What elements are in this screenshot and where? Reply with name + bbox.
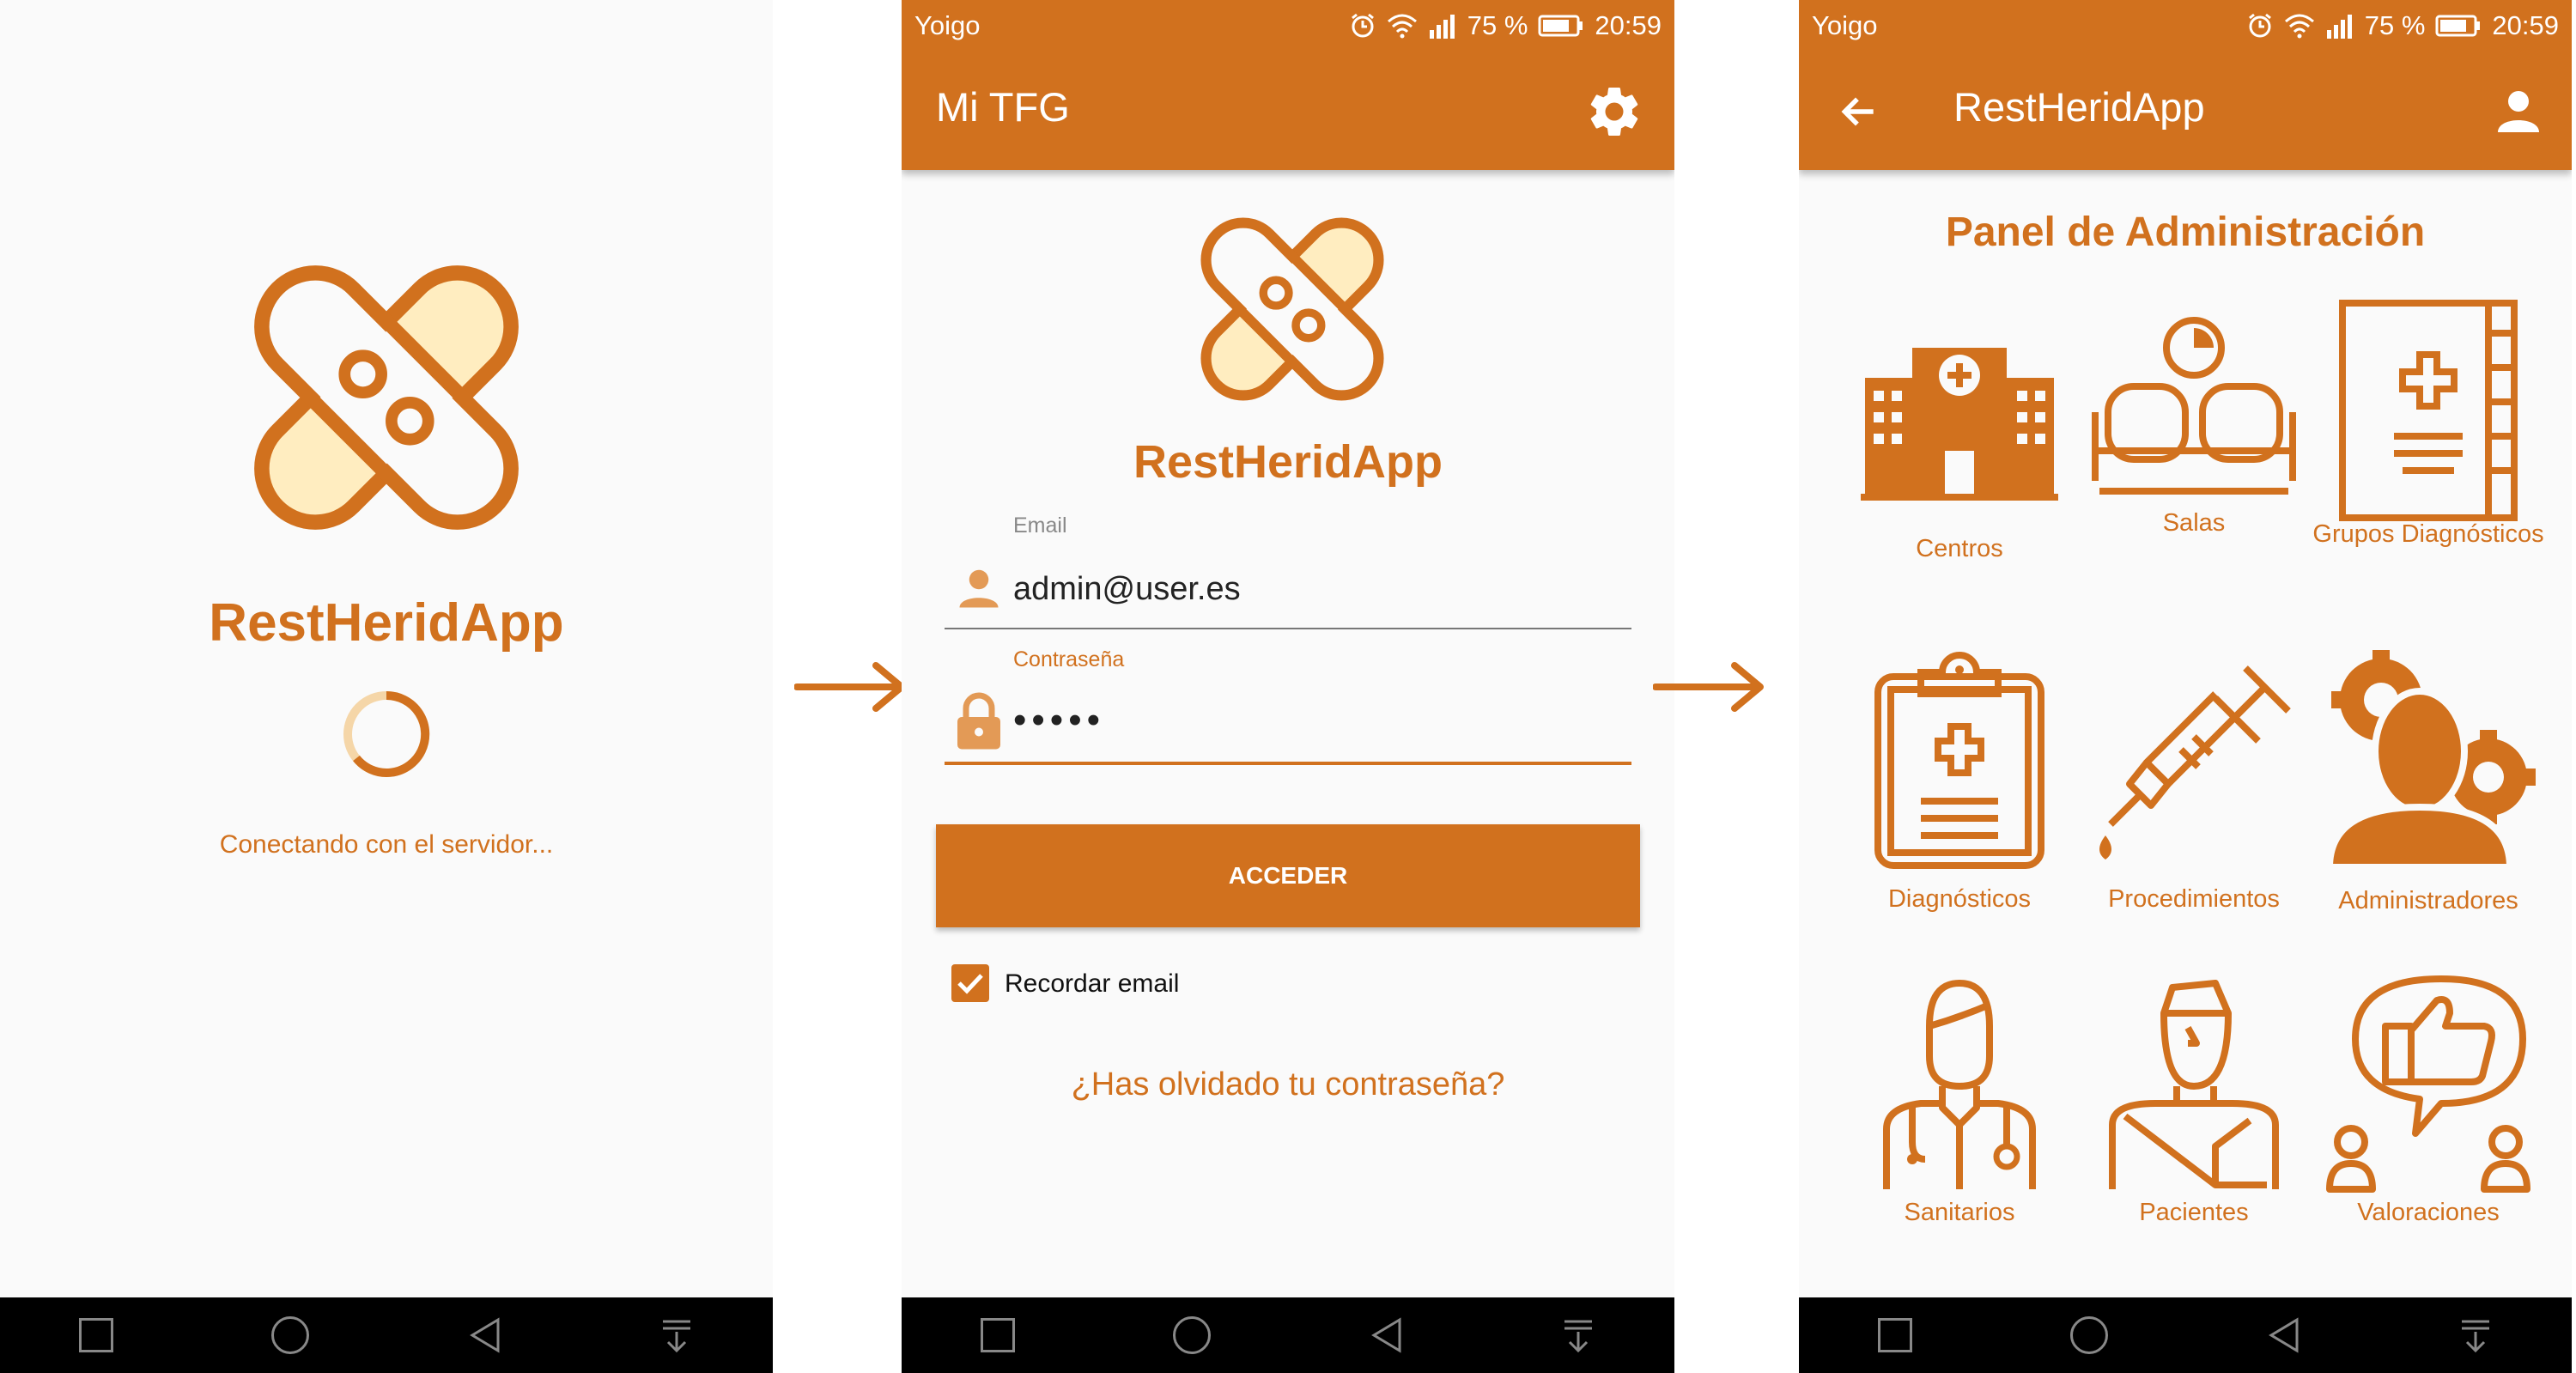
tile-centros[interactable]: Centros [1844,339,2075,563]
alarm-icon [1351,13,1374,38]
forgot-password-link[interactable]: ¿Has olvidado tu contraseña? [902,1066,1674,1103]
toolbar-title: RestHeridApp [1953,84,2205,130]
tile-diagnosticos[interactable]: Diagnósticos [1844,651,2075,914]
password-field[interactable]: ••••• [1013,699,1105,742]
recents-icon[interactable] [1878,1318,1912,1352]
toolbar-title: Mi TFG [936,84,1070,130]
connection-status: Conectando con el servidor... [219,830,554,859]
system-nav-bar [902,1297,1674,1373]
notification-pull-icon[interactable] [2458,1316,2493,1354]
tile-grupos-diagnosticos[interactable]: Grupos Diagnósticos [2312,299,2544,549]
waiting-room-icon [2092,317,2296,495]
home-icon[interactable] [1173,1316,1211,1354]
panel-heading: Panel de Administración [1945,210,2426,255]
tile-label: Valoraciones [2357,1199,2500,1226]
app-bar: Yoigo 75 % 20:59 RestHeridApp [1799,0,2572,170]
app-logo [1200,217,1384,401]
tile-procedimientos[interactable]: Procedimientos [2078,655,2310,914]
tile-label: Diagnósticos [1887,885,2032,913]
recents-icon[interactable] [981,1318,1015,1352]
recents-icon[interactable] [79,1318,113,1352]
lock-icon [957,692,1000,750]
tile-pacientes[interactable]: Pacientes [2078,975,2310,1227]
syringe-icon [2099,665,2291,860]
back-arrow-icon[interactable] [1838,90,1880,133]
notification-pull-icon[interactable] [1561,1316,1595,1354]
clock: 20:59 [1595,10,1662,40]
tile-label: Administradores [2338,887,2518,914]
clock: 20:59 [2492,10,2559,40]
check-icon [957,974,983,994]
status-bar: Yoigo 75 % 20:59 [902,0,1674,52]
app-bar: Yoigo 75 % 20:59 Mi TFG [902,0,1674,170]
carrier-name: Yoigo [1812,10,1878,40]
tile-label: Pacientes [2139,1199,2249,1226]
back-nav-icon[interactable] [1369,1316,1403,1354]
battery-level: 75 % [1467,10,1528,40]
email-label: Email [1013,513,1067,538]
tile-administradores[interactable]: Administradores [2312,648,2544,915]
login-button-label: ACCEDER [1228,862,1348,889]
system-nav-bar [0,1297,773,1373]
doctor-icon [1883,980,2036,1189]
back-nav-icon[interactable] [467,1316,501,1354]
person-icon [959,569,999,608]
signal-icon [1429,15,1455,39]
tile-salas[interactable]: Salas [2078,309,2310,538]
home-icon[interactable] [2070,1316,2108,1354]
admin-panel-screen: Yoigo 75 % 20:59 RestHeridApp Panel de A… [1799,0,2572,1373]
splash-screen: RestHeridApp Conectando con el servidor.… [0,0,773,1373]
rating-icon [2326,975,2530,1193]
status-bar: Yoigo 75 % 20:59 [1799,0,2572,52]
app-name: RestHeridApp [209,593,564,653]
tile-label: Sanitarios [1904,1199,2015,1226]
patient-icon [2109,980,2279,1189]
battery-icon [1538,15,1583,37]
tile-sanitarios[interactable]: Sanitarios [1844,975,2075,1227]
password-label: Contraseña [1013,647,1125,671]
arrow-right-icon [1653,662,1764,712]
loading-spinner [343,690,430,777]
tile-valoraciones[interactable]: Valoraciones [2312,975,2544,1227]
carrier-name: Yoigo [914,10,981,40]
alarm-icon [2248,13,2271,38]
signal-icon [2326,15,2352,39]
system-nav-bar [1799,1297,2572,1373]
notification-pull-icon[interactable] [659,1316,694,1354]
wifi-icon [2284,14,2314,39]
clipboard-icon [1874,652,2044,869]
login-button[interactable]: ACCEDER [936,824,1640,927]
hospital-icon [1861,348,2058,501]
email-underline [945,628,1631,629]
settings-gear-icon[interactable] [1584,82,1644,142]
email-field[interactable]: admin@user.es [1013,571,1241,608]
admin-gear-icon [2325,650,2536,871]
tile-label: Procedimientos [2108,885,2280,913]
login-screen: Yoigo 75 % 20:59 Mi TFG RestHeridApp Ema… [902,0,1674,1373]
back-nav-icon[interactable] [2266,1316,2300,1354]
account-icon[interactable] [2491,84,2546,139]
remember-checkbox[interactable] [951,964,989,1002]
app-logo [254,265,519,530]
tile-label: Centros [1916,535,2003,562]
remember-label[interactable]: Recordar email [1005,969,1179,999]
app-name: RestHeridApp [1133,436,1443,488]
arrow-right-icon [794,662,905,712]
tile-label: Salas [2162,509,2226,537]
password-underline [945,762,1631,765]
battery-level: 75 % [2364,10,2426,40]
home-icon[interactable] [271,1316,309,1354]
medical-book-icon [2339,300,2518,521]
battery-icon [2435,15,2481,37]
wifi-icon [1387,14,1417,39]
tile-label: Grupos Diagnósticos [2312,520,2544,548]
